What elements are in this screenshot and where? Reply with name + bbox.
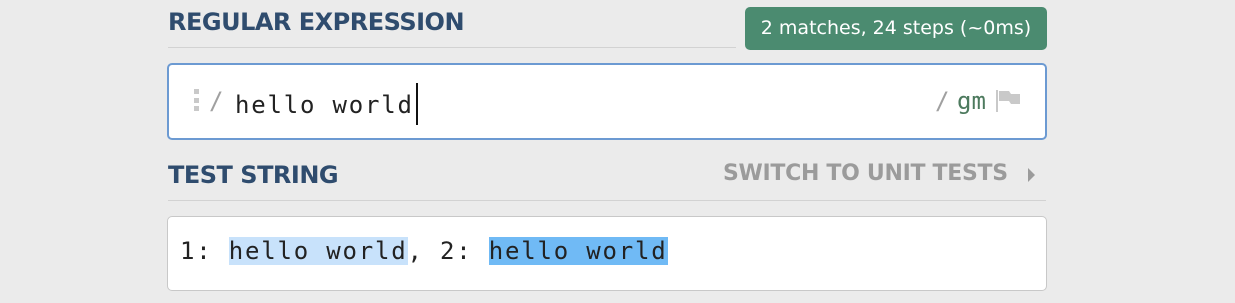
test-text-prefix-2: , 2: — [407, 237, 489, 265]
test-title-divider — [168, 200, 1046, 201]
match-highlight-1: hello world — [228, 237, 408, 265]
regex-pattern-input[interactable]: hello world — [235, 83, 895, 125]
regex-delimiter-open: / — [209, 87, 224, 115]
triangle-right-icon[interactable] — [1028, 168, 1035, 182]
regex-pattern-text: hello world — [235, 91, 414, 119]
switch-to-unit-tests-link[interactable]: SWITCH TO UNIT TESTS — [723, 161, 1008, 186]
regex-section-title: REGULAR EXPRESSION — [168, 8, 465, 36]
test-string-text[interactable]: 1: hello world, 2: hello world — [180, 234, 668, 268]
match-highlight-2: hello world — [488, 237, 668, 265]
regex-delimiter-close: / — [935, 87, 950, 115]
regex-flags-button[interactable]: gm — [957, 86, 986, 116]
regex-editor[interactable]: / hello world / gm — [167, 63, 1047, 140]
regex-title-divider — [168, 47, 736, 48]
text-cursor — [415, 83, 418, 125]
test-string-editor[interactable]: 1: hello world, 2: hello world — [167, 216, 1047, 291]
match-status-badge: 2 matches, 24 steps (~0ms) — [745, 7, 1047, 50]
test-string-title: TEST STRING — [168, 161, 339, 189]
drag-handle-icon[interactable] — [194, 89, 199, 111]
flag-icon[interactable] — [995, 89, 1021, 113]
test-text-prefix-1: 1: — [180, 237, 229, 265]
